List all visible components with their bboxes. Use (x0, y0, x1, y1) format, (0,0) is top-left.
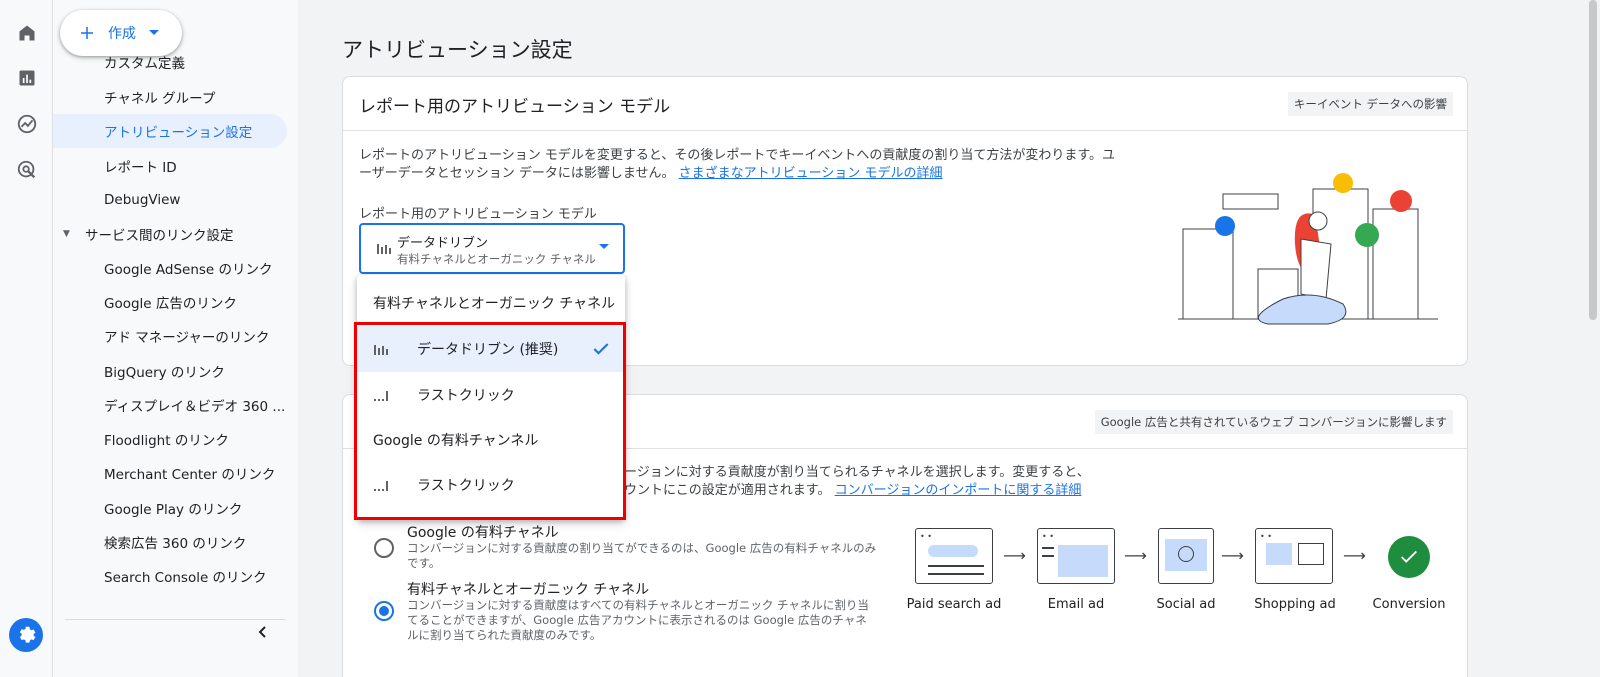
arrow-right-icon: ⟶ (1124, 546, 1147, 565)
last-click-bars-icon (374, 481, 388, 491)
radio-paid-and-organic-channels[interactable] (374, 601, 394, 621)
dropdown-item-google-last-click[interactable]: ラストクリック (357, 462, 625, 508)
page-title: アトリビューション設定 (342, 38, 573, 62)
nav-item-merchant-center-links[interactable]: Merchant Center のリンク (53, 456, 287, 490)
caret-down-icon (599, 244, 609, 249)
flow-label: Social ad (1156, 597, 1216, 612)
nav-item-sa360-links[interactable]: 検索広告 360 のリンク (53, 525, 287, 559)
option-description: コンバージョンに対する貢献度はすべての有料チャネルとオーガニック チャネルに割り… (407, 598, 869, 642)
explore-icon[interactable] (12, 109, 42, 139)
plus-icon (81, 27, 93, 39)
attribution-model-select[interactable]: データドリブン 有料チャネルとオーガニック チャネル (359, 223, 625, 274)
nav-item-ad-manager-links[interactable]: アド マネージャーのリンク (53, 319, 287, 353)
nav-item-google-play-links[interactable]: Google Play のリンク (53, 491, 287, 525)
nav-section-product-links[interactable]: ▼ サービス間のリンク設定 (53, 217, 287, 251)
nav-item-floodlight-links[interactable]: Floodlight のリンク (53, 422, 287, 456)
data-driven-bars-icon (374, 345, 388, 355)
arrow-right-icon: ⟶ (1221, 546, 1244, 565)
nav-item-report-id[interactable]: レポート ID (53, 149, 287, 183)
create-button[interactable]: 作成 (60, 10, 182, 56)
dropdown-item-data-driven[interactable]: データドリブン (推奨) (357, 326, 625, 372)
admin-gear-icon[interactable] (9, 618, 43, 652)
select-field-label: レポート用のアトリビューション モデル (359, 207, 597, 222)
dropdown-item-last-click[interactable]: ラストクリック (357, 372, 625, 418)
attribution-models-link[interactable]: さまざまなアトリビューション モデルの詳細 (679, 166, 943, 181)
shopping-ad-illustration: • • (1255, 528, 1333, 584)
data-driven-bars-icon (377, 244, 391, 254)
admin-nav: カスタム定義 チャネル グループ アトリビューション設定 レポート ID Deb… (53, 0, 298, 677)
card-title: レポート用のアトリビューション モデル (359, 97, 671, 117)
attribution-model-dropdown: 有料チャネルとオーガニック チャネル データドリブン (推奨) ラストクリック … (357, 275, 625, 520)
option-description: コンバージョンに対する貢献度の割り当てができるのは、Google 広告の有料チャ… (407, 541, 877, 570)
email-ad-illustration: • • (1037, 528, 1115, 584)
collapse-nav-button[interactable] (251, 620, 275, 644)
nav-item-adsense-links[interactable]: Google AdSense のリンク (53, 251, 287, 285)
chevron-left-icon (258, 626, 266, 638)
caret-down-icon (149, 30, 159, 35)
dropdown-group-label: Google の有料チャンネル (373, 433, 539, 449)
create-button-label: 作成 (108, 26, 136, 42)
flow-label: Paid search ad (906, 597, 1002, 612)
key-event-impact-chip: キーイベント データへの影響 (1287, 92, 1453, 116)
page-scrollbar[interactable] (1586, 0, 1600, 677)
select-subtext: 有料チャネルとオーガニック チャネル (397, 252, 596, 266)
icon-rail (0, 0, 53, 677)
paid-search-ad-illustration: • • (915, 528, 993, 584)
reports-icon[interactable] (12, 63, 42, 93)
home-icon[interactable] (12, 18, 42, 48)
flow-label: Email ad (1047, 597, 1105, 612)
arrow-right-icon: ⟶ (1343, 546, 1366, 565)
ads-impact-chip: Google 広告と共有されているウェブ コンバージョンに影響します (1094, 410, 1453, 434)
radio-google-paid-channels[interactable] (374, 538, 394, 558)
social-ad-illustration (1158, 528, 1214, 584)
arrow-right-icon: ⟶ (1003, 546, 1026, 565)
nav-item-google-ads-links[interactable]: Google 広告のリンク (53, 285, 287, 319)
scrollbar-thumb[interactable] (1589, 0, 1597, 320)
nav-item-bigquery-links[interactable]: BigQuery のリンク (53, 354, 287, 388)
nav-item-search-console-links[interactable]: Search Console のリンク (53, 559, 287, 593)
caret-expanded-icon: ▼ (63, 229, 70, 239)
nav-item-channel-groups[interactable]: チャネル グループ (53, 80, 287, 114)
channels-description: ージョンに対する貢献度が割り当てられるチャネルを選択します。変更すると、 ウント… (624, 465, 1090, 498)
dropdown-group-label: 有料チャネルとオーガニック チャネル (373, 296, 616, 312)
nav-item-dv360-links[interactable]: ディスプレイ＆ビデオ 360 ... (53, 388, 287, 422)
nav-item-debugview[interactable]: DebugView (53, 183, 287, 217)
flow-label: Conversion (1372, 597, 1446, 612)
flow-label: Shopping ad (1254, 597, 1336, 612)
option-title: Google の有料チャネル (407, 525, 559, 541)
last-click-bars-icon (374, 391, 388, 401)
conversion-import-link[interactable]: コンバージョンのインポートに関する詳細 (835, 483, 1082, 498)
advertising-icon[interactable] (12, 155, 42, 185)
card-description: レポートのアトリビューション モデルを変更すると、その後レポートでキーイベントへ… (359, 148, 1116, 181)
check-icon (593, 343, 609, 355)
card-header: レポート用のアトリビューション モデル キーイベント データへの影響 (343, 77, 1467, 131)
conversion-check-icon (1388, 536, 1430, 578)
attribution-illustration (1178, 173, 1438, 325)
select-value: データドリブン (397, 236, 489, 251)
nav-item-attribution-settings[interactable]: アトリビューション設定 (53, 114, 287, 148)
option-title: 有料チャネルとオーガニック チャネル (407, 582, 650, 598)
